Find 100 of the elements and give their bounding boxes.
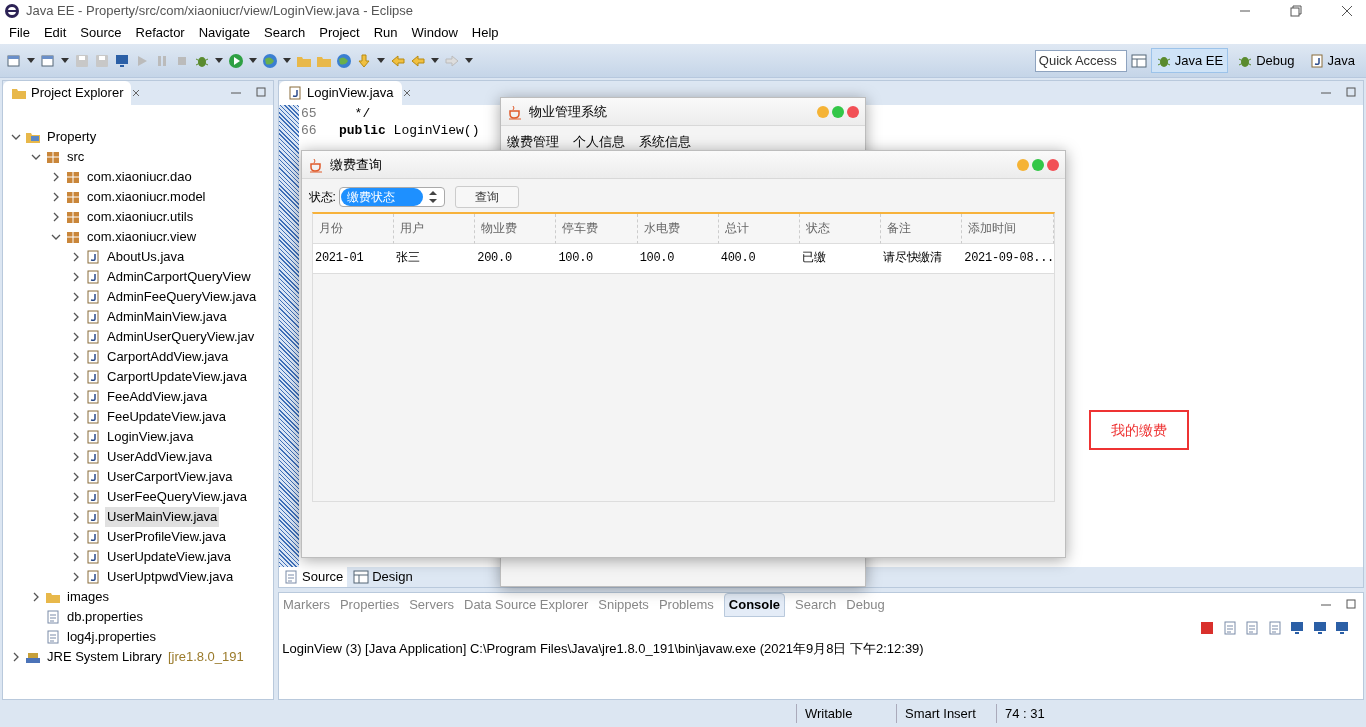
tree-item[interactable]: UserUptpwdView.java (105, 567, 236, 587)
tree-item[interactable]: AdminFeeQueryView.java (105, 287, 259, 307)
chevron-icon[interactable] (71, 331, 81, 343)
maximize-icon[interactable] (1344, 599, 1357, 611)
caret-icon[interactable] (214, 57, 224, 64)
perspective-button[interactable]: Java (1303, 47, 1360, 74)
tree-item[interactable]: com.xiaoniucr.dao (85, 167, 194, 187)
chevron-icon[interactable] (31, 591, 41, 603)
tree-item[interactable]: CarportAddView.java (105, 347, 231, 367)
tree-item[interactable]: LoginView.java (105, 427, 196, 447)
monitor-icon[interactable] (1289, 620, 1305, 636)
chevron-icon[interactable] (71, 511, 81, 523)
chevron-icon[interactable] (71, 491, 81, 503)
menu-item[interactable]: Edit (36, 23, 74, 43)
menu-item[interactable]: 个人信息 (573, 132, 625, 152)
view-tab[interactable]: Snippets (598, 595, 649, 615)
maximize-icon[interactable] (1344, 87, 1357, 99)
tree-item[interactable]: UserCarportView.java (105, 467, 235, 487)
tree-item[interactable]: db.properties (65, 607, 145, 627)
menu-item[interactable]: Navigate (191, 23, 257, 43)
tree-item[interactable]: AdminCarportQueryView (105, 267, 253, 287)
view-tab[interactable]: Properties (339, 595, 400, 615)
close-icon[interactable] (1341, 5, 1353, 17)
chevron-icon[interactable] (71, 371, 81, 383)
globe-icon[interactable] (336, 52, 352, 69)
caret-icon[interactable] (464, 57, 474, 64)
close-button[interactable] (1047, 158, 1059, 171)
tree-item[interactable]: FeeAddView.java (105, 387, 210, 407)
caret-icon[interactable] (26, 57, 36, 64)
maximize-icon[interactable] (254, 87, 267, 99)
tree-item[interactable]: UserUpdateView.java (105, 547, 234, 567)
chevron-icon[interactable] (71, 571, 81, 583)
tree-item[interactable]: UserProfileView.java (105, 527, 228, 547)
tree-item[interactable]: com.xiaoniucr.utils (85, 207, 196, 227)
view-tab[interactable]: Markers (283, 595, 330, 615)
chevron-icon[interactable] (71, 271, 81, 283)
view-tab[interactable]: Servers (409, 595, 454, 615)
menu-item[interactable]: File (2, 23, 37, 43)
chevron-icon[interactable] (71, 411, 81, 423)
perspective-button[interactable]: Debug (1232, 47, 1300, 74)
chevron-icon[interactable] (71, 551, 81, 563)
chevron-icon[interactable] (51, 211, 61, 223)
menu-item[interactable]: Source (73, 23, 129, 43)
tree-item[interactable]: UserFeeQueryView.java (105, 487, 249, 507)
open-perspective-icon[interactable] (1130, 52, 1147, 69)
caret-icon[interactable] (376, 57, 386, 64)
tree-item[interactable]: JRE System Library (45, 647, 164, 667)
close-button[interactable] (847, 105, 859, 118)
quick-access-field[interactable]: Quick Access (1034, 49, 1127, 72)
chevron-icon[interactable] (51, 171, 61, 183)
menu-item[interactable]: Run (366, 23, 405, 43)
chevron-icon[interactable] (71, 451, 81, 463)
close-icon[interactable] (401, 88, 412, 98)
tree-item[interactable]: AdminMainView.java (105, 307, 229, 327)
menu-item[interactable]: Refactor (128, 23, 192, 43)
chevron-icon[interactable] (51, 191, 61, 203)
view-tab[interactable]: Debug (846, 595, 885, 615)
tree-item[interactable]: AdminUserQueryView.jav (105, 327, 257, 347)
menu-item[interactable]: 缴费管理 (507, 132, 559, 152)
chevron-icon[interactable] (71, 251, 81, 263)
menu-item[interactable]: 系统信息 (639, 132, 691, 152)
perspective-button[interactable]: Java EE (1150, 47, 1229, 74)
view-tab[interactable]: Data Source Explorer (464, 595, 589, 615)
chevron-icon[interactable] (71, 291, 81, 303)
chevron-icon[interactable] (11, 651, 21, 663)
query-button[interactable]: 查询 (454, 185, 519, 208)
editor-mode-tab[interactable]: Source (279, 567, 348, 587)
restore-icon[interactable] (1290, 5, 1302, 17)
view-tab[interactable]: Project Explorer (3, 81, 132, 105)
view-tab[interactable]: Search (795, 595, 837, 615)
tree-item[interactable]: Property (45, 127, 99, 147)
tree-item[interactable]: UserMainView.java (105, 507, 220, 527)
view-tab[interactable]: Console (723, 593, 786, 617)
caret-icon[interactable] (282, 57, 292, 64)
editor-tab[interactable]: LoginView.java (279, 81, 402, 105)
tree-item[interactable]: UserAddView.java (105, 447, 215, 467)
chevron-icon[interactable] (50, 232, 62, 242)
tree-item[interactable]: com.xiaoniucr.model (85, 187, 208, 207)
chevron-icon[interactable] (71, 431, 81, 443)
chevron-icon[interactable] (71, 311, 81, 323)
menu-item[interactable]: Search (257, 23, 313, 43)
menu-item[interactable]: Project (312, 23, 367, 43)
chevron-icon[interactable] (71, 471, 81, 483)
chevron-icon[interactable] (71, 531, 81, 543)
tree-item[interactable]: com.xiaoniucr.view (85, 227, 199, 247)
menu-item[interactable]: Help (464, 23, 506, 43)
caret-icon[interactable] (60, 57, 70, 64)
caret-icon[interactable] (248, 57, 258, 64)
view-tab[interactable]: Problems (658, 595, 714, 615)
close-icon[interactable] (131, 88, 142, 98)
editor-mode-tab[interactable]: Design (349, 567, 417, 587)
menu-item[interactable]: Window (404, 23, 465, 43)
tree-item[interactable]: log4j.properties (65, 627, 158, 647)
chevron-icon[interactable] (71, 351, 81, 363)
caret-icon[interactable] (430, 57, 440, 64)
terminate-icon[interactable] (1199, 620, 1215, 636)
tree-item[interactable]: AboutUs.java (105, 247, 187, 267)
tree-item[interactable]: images (65, 587, 111, 607)
tree-item[interactable]: src (65, 147, 87, 167)
tree-item[interactable]: CarportUpdateView.java (105, 367, 249, 387)
